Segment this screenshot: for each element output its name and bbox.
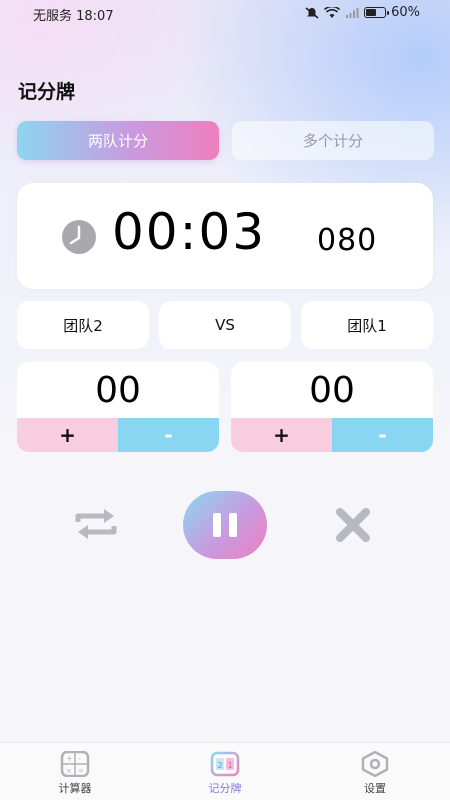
pause-icon bbox=[209, 513, 241, 537]
battery-percent: 60% bbox=[391, 5, 420, 20]
nav-item-settings[interactable]: 设置 bbox=[300, 743, 450, 800]
nav-label-settings: 设置 bbox=[364, 782, 386, 795]
timer-main-display: 00:03 bbox=[112, 203, 267, 261]
svg-text:+: + bbox=[66, 754, 73, 763]
tab-multi-score[interactable]: 多个计分 bbox=[232, 121, 434, 160]
svg-text:=: = bbox=[78, 767, 84, 775]
nav-label-scoreboard: 记分牌 bbox=[208, 782, 242, 795]
tab-two-teams[interactable]: 两队计分 bbox=[17, 121, 219, 160]
calculator-icon: + - × = bbox=[60, 751, 90, 777]
wifi-icon bbox=[324, 6, 341, 18]
bottom-nav: + - × = 计算器 2 1 记分牌 设置 bbox=[0, 742, 450, 800]
nav-item-calculator[interactable]: + - × = 计算器 bbox=[0, 743, 150, 800]
repeat-icon bbox=[75, 509, 117, 539]
svg-text:×: × bbox=[66, 767, 72, 775]
score-card-right: 00 + - bbox=[231, 362, 433, 452]
svg-text:-: - bbox=[78, 754, 81, 763]
timer-card: 00:03 080 bbox=[17, 183, 433, 289]
signal-icon bbox=[346, 7, 359, 18]
page-title: 记分牌 bbox=[18, 81, 76, 103]
nav-label-calculator: 计算器 bbox=[58, 782, 92, 795]
score-card-left: 00 + - bbox=[17, 362, 219, 452]
scoreboard-icon: 2 1 bbox=[210, 751, 240, 777]
score-left-plus-button[interactable]: + bbox=[17, 418, 118, 452]
svg-text:1: 1 bbox=[228, 761, 233, 770]
reset-button[interactable] bbox=[74, 506, 118, 542]
score-right-value: 00 bbox=[309, 370, 355, 411]
status-carrier-time: 无服务 18:07 bbox=[33, 9, 114, 24]
close-button[interactable] bbox=[333, 505, 373, 545]
nav-item-scoreboard[interactable]: 2 1 记分牌 bbox=[150, 743, 300, 800]
score-right-minus-button[interactable]: - bbox=[332, 418, 433, 452]
bell-off-icon bbox=[305, 6, 319, 19]
score-left-value: 00 bbox=[95, 370, 141, 411]
settings-icon bbox=[361, 751, 389, 777]
vs-label: VS bbox=[159, 301, 291, 349]
team-left-name[interactable]: 团队2 bbox=[17, 301, 149, 349]
status-bar: 无服务 18:07 60% bbox=[0, 0, 450, 26]
score-left-minus-button[interactable]: - bbox=[118, 418, 219, 452]
timer-ms-display: 080 bbox=[317, 223, 378, 258]
score-right-plus-button[interactable]: + bbox=[231, 418, 332, 452]
battery-icon bbox=[364, 7, 390, 18]
clock-icon bbox=[62, 220, 96, 254]
pause-button[interactable] bbox=[183, 491, 267, 559]
team-right-name[interactable]: 团队1 bbox=[301, 301, 433, 349]
close-icon bbox=[336, 508, 370, 542]
svg-text:2: 2 bbox=[218, 761, 223, 770]
status-icons: 60% bbox=[305, 5, 420, 20]
